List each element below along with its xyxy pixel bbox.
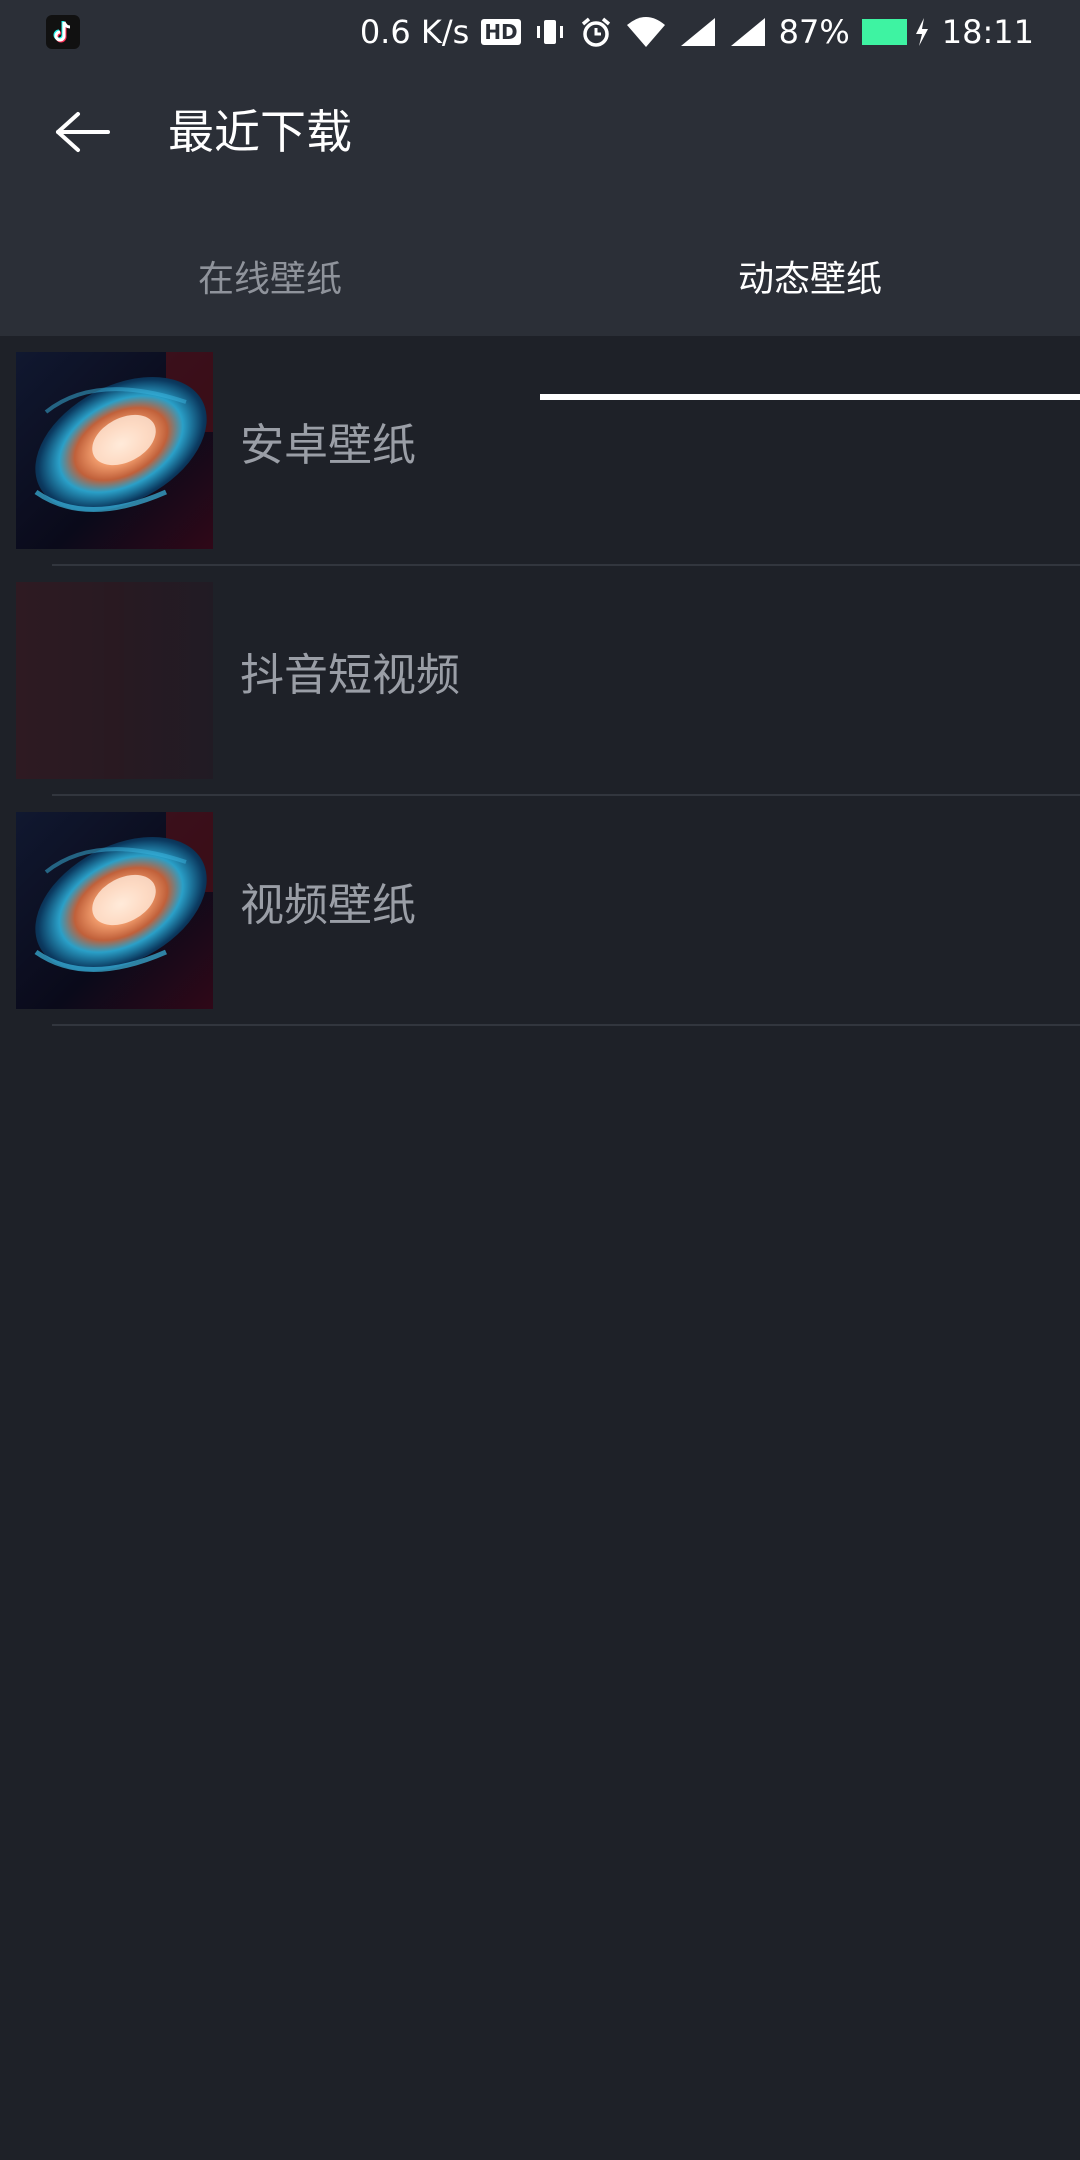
tab-label: 在线壁纸 <box>197 259 342 300</box>
signal-icon <box>729 16 767 48</box>
list-item[interactable]: 视频壁纸 <box>0 796 1080 1026</box>
alarm-icon <box>579 15 613 49</box>
signal-icon <box>679 16 717 48</box>
net-speed: 0.6 K/s <box>359 13 470 51</box>
item-label: 视频壁纸 <box>240 880 416 931</box>
vibrate-icon <box>533 17 567 47</box>
battery-percent: 87% <box>778 13 850 51</box>
list-item[interactable]: 抖音短视频 <box>0 566 1080 796</box>
tiktok-icon <box>46 15 80 49</box>
back-button[interactable] <box>44 104 124 160</box>
thumbnail-galaxy <box>16 812 213 1009</box>
hd-icon: HD <box>481 19 521 45</box>
page-title: 最近下载 <box>168 105 352 159</box>
status-bar: 0.6 K/s HD 87% 18:11 <box>0 0 1080 64</box>
item-label: 抖音短视频 <box>240 650 460 701</box>
tab-label: 动态壁纸 <box>737 259 882 300</box>
charging-icon <box>915 18 928 46</box>
item-label: 安卓壁纸 <box>240 420 416 471</box>
download-list: 安卓壁纸 抖音短视频 视频壁纸 <box>0 336 1080 1026</box>
battery-icon <box>861 17 930 47</box>
wifi-icon <box>625 15 667 49</box>
tab-bar: 在线壁纸 动态壁纸 <box>0 206 1080 400</box>
divider <box>52 1024 1080 1026</box>
arrow-left-icon <box>56 112 110 152</box>
list-item[interactable]: 安卓壁纸 <box>0 336 1080 566</box>
clock: 18:11 <box>941 13 1034 51</box>
thumbnail-galaxy <box>16 352 213 549</box>
thumbnail-dark <box>16 582 213 779</box>
